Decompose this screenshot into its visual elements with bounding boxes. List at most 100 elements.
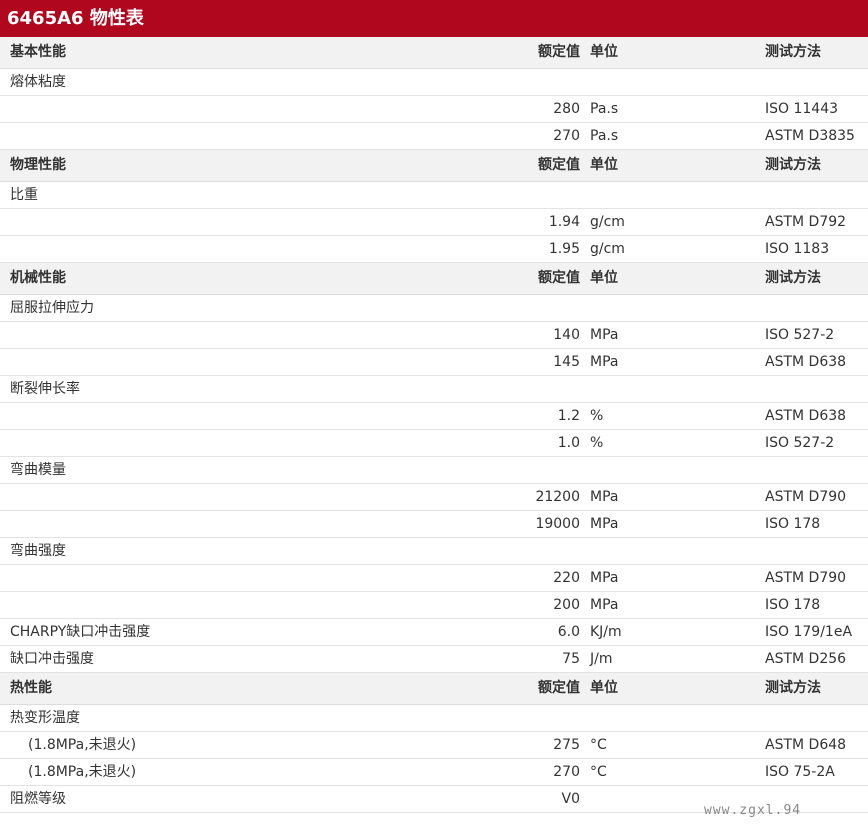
table-row: 220 MPa ASTM D790 bbox=[0, 565, 868, 592]
table-row: 1.2% ASTM D638 bbox=[0, 403, 868, 430]
property-unit: J/m bbox=[590, 651, 613, 667]
property-value: 275 bbox=[553, 737, 580, 753]
property-name: (1.8MPa,未退火) bbox=[28, 737, 137, 753]
table-row: 弯曲模量 bbox=[0, 457, 868, 484]
property-value: 200 bbox=[553, 597, 580, 613]
property-value: 220 bbox=[553, 570, 580, 586]
properties-table: 基本性能 额定值 单位 测试方法 熔体粘度 280 Pa.s ISO 11443 270 Pa.s… bbox=[0, 37, 868, 813]
test-method: ISO 527-2 bbox=[765, 435, 835, 451]
table-row: 1.95 g/cm ISO 1183 bbox=[0, 236, 868, 263]
table-row: CHARPY缺口冲击强度 6.0 KJ/m ISO 179/1eA bbox=[0, 619, 868, 646]
table-row: 21200 MPa ASTM D790 bbox=[0, 484, 868, 511]
test-method: ISO 178 bbox=[765, 597, 821, 613]
property-value: 1.0 bbox=[557, 435, 580, 451]
table-row: 熔体粘度 bbox=[0, 69, 868, 96]
test-method: ISO 527-2 bbox=[765, 327, 835, 343]
property-unit: MPa bbox=[590, 327, 619, 343]
table-row: (1.8MPa,未退火) 275 °C ASTM D648 bbox=[0, 732, 868, 759]
property-unit: MPa bbox=[590, 489, 619, 505]
table-row: (1.8MPa,未退火) 270 °C ISO 75-2A bbox=[0, 759, 868, 786]
section-title: 热性能 bbox=[10, 680, 52, 696]
property-unit: Pa.s bbox=[590, 128, 619, 144]
property-name: 熔体粘度 bbox=[10, 74, 66, 90]
table-row: 145 MPa ASTM D638 bbox=[0, 349, 868, 376]
property-name: (1.8MPa,未退火) bbox=[28, 764, 137, 780]
unit-column-header: 单位 bbox=[590, 44, 618, 60]
table-row: 弯曲强度 bbox=[0, 538, 868, 565]
section-header-row: 物理性能 额定值 单位 测试方法 bbox=[0, 150, 868, 182]
table-row: 19000 MPa ISO 178 bbox=[0, 511, 868, 538]
test-method: ASTM D790 bbox=[765, 489, 847, 505]
property-unit: % bbox=[590, 408, 604, 424]
property-name: 缺口冲击强度 bbox=[10, 651, 94, 667]
property-value: 6.0 bbox=[557, 624, 580, 640]
property-name: 断裂伸长率 bbox=[10, 381, 80, 397]
test-method: ASTM D638 bbox=[765, 408, 847, 424]
property-value: 1.94 bbox=[548, 214, 580, 230]
page-title: 6465A6 物性表 bbox=[0, 0, 868, 37]
test-method: ASTM D256 bbox=[765, 651, 847, 667]
table-row: 1.0% ISO 527-2 bbox=[0, 430, 868, 457]
property-value: 75 bbox=[562, 651, 580, 667]
property-unit: MPa bbox=[590, 597, 619, 613]
property-unit: Pa.s bbox=[590, 101, 619, 117]
unit-column-header: 单位 bbox=[590, 157, 618, 173]
test-method: ISO 75-2A bbox=[765, 764, 835, 780]
property-unit: % bbox=[590, 435, 604, 451]
property-name: 弯曲强度 bbox=[10, 543, 66, 559]
table-row: 比重 bbox=[0, 182, 868, 209]
section-title: 物理性能 bbox=[10, 157, 66, 173]
table-row: 200 MPa ISO 178 bbox=[0, 592, 868, 619]
property-unit: g/cm bbox=[590, 214, 625, 230]
property-name: 热变形温度 bbox=[10, 710, 80, 726]
table-row: 断裂伸长率 bbox=[0, 376, 868, 403]
section-title: 基本性能 bbox=[10, 44, 66, 60]
table-row: 热变形温度 bbox=[0, 705, 868, 732]
property-unit: °C bbox=[590, 737, 607, 753]
table-row: 缺口冲击强度 75 J/m ASTM D256 bbox=[0, 646, 868, 673]
property-name: CHARPY缺口冲击强度 bbox=[10, 624, 151, 640]
test-method: ASTM D3835 bbox=[765, 128, 855, 144]
property-value: 280 bbox=[553, 101, 580, 117]
table-row: 270 Pa.s ASTM D3835 bbox=[0, 123, 868, 150]
property-value: 19000 bbox=[535, 516, 580, 532]
test-method: ASTM D790 bbox=[765, 570, 847, 586]
value-column-header: 额定值 bbox=[538, 44, 580, 60]
section-title: 机械性能 bbox=[10, 270, 66, 286]
method-column-header: 测试方法 bbox=[765, 270, 821, 286]
property-name: 比重 bbox=[10, 187, 38, 203]
table-row: 280 Pa.s ISO 11443 bbox=[0, 96, 868, 123]
value-column-header: 额定值 bbox=[538, 270, 580, 286]
table-row: 140 MPa ISO 527-2 bbox=[0, 322, 868, 349]
method-column-header: 测试方法 bbox=[765, 44, 821, 60]
property-value: V0 bbox=[561, 791, 580, 807]
property-value: 21200 bbox=[535, 489, 580, 505]
property-value: 270 bbox=[553, 764, 580, 780]
table-row: 屈服拉伸应力 bbox=[0, 295, 868, 322]
property-name: 弯曲模量 bbox=[10, 462, 66, 478]
unit-column-header: 单位 bbox=[590, 270, 618, 286]
test-method: ISO 11443 bbox=[765, 101, 839, 117]
method-column-header: 测试方法 bbox=[765, 157, 821, 173]
property-name: 阻燃等级 bbox=[10, 791, 66, 807]
test-method: ISO 179/1eA bbox=[765, 624, 853, 640]
test-method: ASTM D648 bbox=[765, 737, 847, 753]
property-unit: MPa bbox=[590, 516, 619, 532]
property-unit: °C bbox=[590, 764, 607, 780]
section-header-row: 基本性能 额定值 单位 测试方法 bbox=[0, 37, 868, 69]
unit-column-header: 单位 bbox=[590, 680, 618, 696]
property-value: 1.95 bbox=[548, 241, 580, 257]
property-value: 140 bbox=[553, 327, 580, 343]
method-column-header: 测试方法 bbox=[765, 680, 821, 696]
section-header-row: 机械性能 额定值 单位 测试方法 bbox=[0, 263, 868, 295]
property-unit: KJ/m bbox=[590, 624, 622, 640]
property-value: 1.2 bbox=[557, 408, 580, 424]
property-unit: g/cm bbox=[590, 241, 625, 257]
value-column-header: 额定值 bbox=[538, 157, 580, 173]
test-method: ASTM D792 bbox=[765, 214, 847, 230]
table-row: 1.94 g/cm ASTM D792 bbox=[0, 209, 868, 236]
property-name: 屈服拉伸应力 bbox=[10, 300, 94, 316]
value-column-header: 额定值 bbox=[538, 680, 580, 696]
test-method: ISO 1183 bbox=[765, 241, 830, 257]
test-method: ASTM D638 bbox=[765, 354, 847, 370]
